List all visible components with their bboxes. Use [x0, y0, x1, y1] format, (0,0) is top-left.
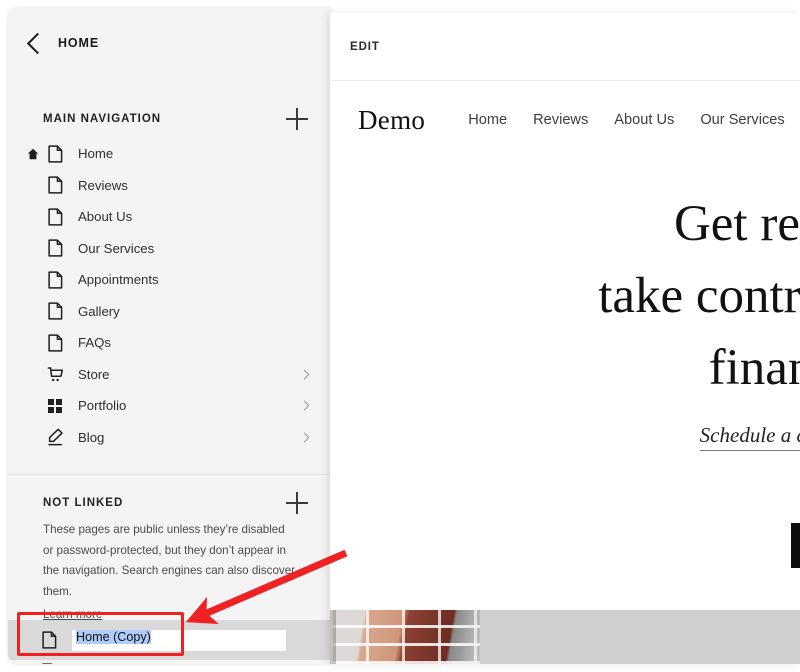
site-nav-link-our-services[interactable]: Our Services — [700, 112, 784, 128]
main-navigation-title: MAIN NAVIGATION — [43, 113, 162, 125]
main-navigation-list: Home Reviews About Us Our Services Appointme… — [8, 138, 330, 453]
sidebar-nav-item-label: Reviews — [78, 177, 128, 193]
hero-cta-link[interactable]: Schedule a consultation — [699, 423, 800, 451]
not-linked-header: NOT LINKED — [8, 488, 330, 518]
page-icon — [44, 334, 66, 352]
homepage-indicator-icon — [24, 148, 42, 160]
sidebar-nav-item-label: Store — [78, 366, 110, 382]
hero-side-button-clipped[interactable] — [791, 523, 800, 568]
site-header: Demo Home Reviews About Us Our Services — [330, 81, 800, 159]
site-nav-links: Home Reviews About Us Our Services — [468, 112, 800, 128]
not-linked-description-block: These pages are public unless they’re di… — [43, 520, 298, 626]
page-icon — [38, 631, 60, 649]
sidebar-nav-item-label: Blog — [78, 429, 105, 445]
sidebar-nav-item-label: Our Services — [78, 240, 155, 256]
sidebar-nav-item-reviews[interactable]: Reviews — [8, 170, 330, 202]
page-icon — [44, 145, 66, 163]
page-icon — [44, 239, 66, 257]
sidebar-nav-item-about-us[interactable]: About Us — [8, 201, 330, 233]
pen-icon — [44, 428, 66, 446]
hero-heading: Get ready to take control of your financ… — [598, 196, 800, 396]
sidebar-nav-item-label: About Us — [78, 209, 133, 225]
page-icon — [38, 663, 60, 664]
sidebar-nav-item-label: FAQs — [78, 335, 111, 351]
not-linked-page-row-editing[interactable]: Home (Copy) — [8, 620, 330, 660]
not-linked-description-text: These pages are public unless they’re di… — [43, 523, 295, 598]
chevron-right-icon[interactable] — [299, 432, 310, 443]
sidebar-nav-item-gallery[interactable]: Gallery — [8, 296, 330, 328]
site-nav-link-home[interactable]: Home — [468, 112, 507, 128]
preview-topbar: EDIT — [330, 13, 800, 81]
not-linked-page-row-partial[interactable] — [8, 663, 330, 664]
sidebar-nav-item-store[interactable]: Store — [8, 359, 330, 391]
brick-image-fade — [460, 610, 530, 664]
not-linked-title: NOT LINKED — [43, 497, 124, 509]
page-icon — [44, 208, 66, 226]
back-to-home-button[interactable]: HOME — [8, 8, 330, 78]
rename-input-selected-text: Home (Copy) — [76, 629, 151, 644]
hero-cta-wrapper: Schedule a consultation — [490, 423, 800, 451]
cart-icon — [44, 366, 66, 383]
site-nav-link-reviews[interactable]: Reviews — [533, 112, 588, 128]
app-canvas: HOME MAIN NAVIGATION Home Reviews About Us… — [0, 0, 800, 672]
chevron-right-icon[interactable] — [299, 400, 310, 411]
edit-button[interactable]: EDIT — [350, 41, 380, 53]
add-page-to-main-navigation-button[interactable] — [286, 108, 308, 130]
page-icon — [44, 271, 66, 289]
page-icon — [44, 176, 66, 194]
add-page-to-not-linked-button[interactable] — [286, 492, 308, 514]
brick-wall-image — [330, 610, 480, 664]
sidebar-nav-item-portfolio[interactable]: Portfolio — [8, 390, 330, 422]
brick-wall-image-strip — [330, 610, 800, 664]
sidebar-nav-item-home[interactable]: Home — [8, 138, 330, 170]
chevron-right-icon[interactable] — [299, 369, 310, 380]
back-button-label: HOME — [58, 36, 100, 50]
sidebar-nav-item-label: Gallery — [78, 303, 120, 319]
chevron-left-icon — [26, 32, 49, 54]
sidebar-nav-item-our-services[interactable]: Our Services — [8, 233, 330, 265]
grid-icon — [44, 398, 66, 414]
sidebar-nav-item-label: Home — [78, 146, 114, 162]
sidebar-nav-item-appointments[interactable]: Appointments — [8, 264, 330, 296]
page-icon — [44, 302, 66, 320]
site-logo[interactable]: Demo — [358, 105, 425, 136]
page-title-rename-input[interactable]: Home (Copy) — [72, 629, 286, 651]
sidebar-nav-item-label: Portfolio — [78, 398, 127, 414]
sidebar-nav-item-label: Appointments — [78, 272, 159, 288]
sidebar-nav-item-faqs[interactable]: FAQs — [8, 327, 330, 359]
sidebar-divider — [8, 474, 330, 475]
sidebar-nav-item-blog[interactable]: Blog — [8, 422, 330, 454]
main-navigation-header: MAIN NAVIGATION — [8, 104, 330, 134]
pages-sidebar: HOME MAIN NAVIGATION Home Reviews About Us… — [8, 8, 330, 664]
site-preview-panel: EDIT Demo Home Reviews About Us Our Service… — [330, 13, 800, 664]
site-nav-link-about-us[interactable]: About Us — [614, 112, 674, 128]
hero-section: Get ready to take control of your financ… — [330, 168, 800, 568]
